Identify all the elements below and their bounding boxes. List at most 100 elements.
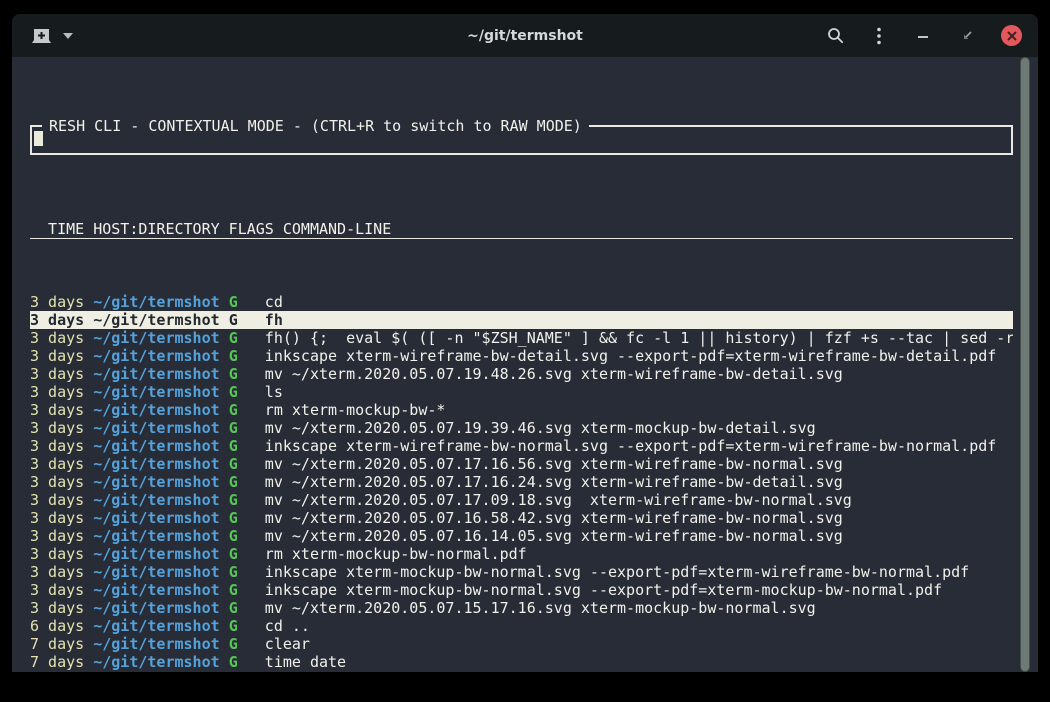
- close-button[interactable]: [1001, 25, 1022, 46]
- row-flags: G: [229, 455, 238, 473]
- row-time: 3 days: [30, 563, 93, 581]
- history-row[interactable]: 3 days ~/git/termshot G mv ~/xterm.2020.…: [30, 527, 1013, 545]
- row-gap: [220, 383, 229, 401]
- row-flags: G: [229, 329, 238, 347]
- history-row[interactable]: 3 days ~/git/termshot G mv ~/xterm.2020.…: [30, 491, 1013, 509]
- row-command: mv ~/xterm.2020.05.07.16.58.42.svg xterm…: [238, 509, 843, 527]
- row-flags: G: [229, 437, 238, 455]
- restore-button[interactable]: [957, 26, 977, 46]
- row-host-directory: ~/git/termshot: [93, 563, 219, 581]
- history-rows: 3 days ~/git/termshot G cd3 days ~/git/t…: [30, 293, 1013, 672]
- row-gap: [220, 473, 229, 491]
- row-gap: [220, 491, 229, 509]
- row-gap: [220, 581, 229, 599]
- row-command: mv ~/xterm.2020.05.07.17.16.24.svg xterm…: [238, 473, 843, 491]
- row-flags: G: [229, 311, 238, 329]
- menu-button[interactable]: [869, 26, 889, 46]
- row-command: cd ..: [238, 617, 310, 635]
- row-gap: [220, 671, 229, 672]
- tab-dropdown-chevron-icon[interactable]: [63, 33, 73, 39]
- row-command: cd: [238, 293, 283, 311]
- scrollbar[interactable]: [1020, 57, 1030, 672]
- row-command: time date: [238, 653, 346, 671]
- new-tab-button[interactable]: [32, 28, 51, 44]
- history-row[interactable]: 7 days ~/git/termshot G clear: [30, 635, 1013, 653]
- row-time: 3 days: [30, 599, 93, 617]
- row-gap: [220, 329, 229, 347]
- row-command: ls: [238, 383, 283, 401]
- history-row[interactable]: 3 days ~/git/termshot G rm xterm-mockup-…: [30, 401, 1013, 419]
- row-host-directory: ~/git/termshot: [93, 437, 219, 455]
- row-time: 6 days: [30, 617, 93, 635]
- history-row-selected[interactable]: 3 days ~/git/termshot G fh: [30, 311, 1013, 329]
- resh-search-box[interactable]: RESH CLI - CONTEXTUAL MODE - (CTRL+R to …: [30, 125, 1013, 155]
- history-row[interactable]: 3 days ~/git/termshot G inkscape xterm-m…: [30, 563, 1013, 581]
- row-gap: [220, 293, 229, 311]
- row-command: inkscape xterm-wireframe-bw-detail.svg -…: [238, 347, 997, 365]
- minimize-icon: [917, 30, 929, 42]
- history-row[interactable]: 3 days ~/git/termshot G inkscape xterm-w…: [30, 347, 1013, 365]
- row-time: 3 days: [30, 401, 93, 419]
- row-host-directory: ~/git/termshot: [93, 599, 219, 617]
- history-row[interactable]: 3 days ~/git/termshot G inkscape xterm-w…: [30, 437, 1013, 455]
- row-flags: G: [229, 473, 238, 491]
- row-flags: G: [229, 671, 238, 672]
- history-row[interactable]: 7 days ~/git/termshot G time date: [30, 653, 1013, 671]
- row-gap: [220, 401, 229, 419]
- row-time: 3 days: [30, 293, 93, 311]
- row-host-directory: ~/git/termshot: [93, 401, 219, 419]
- row-host-directory: ~/git/termshot: [93, 383, 219, 401]
- terminal-content: RESH CLI - CONTEXTUAL MODE - (CTRL+R to …: [12, 57, 1038, 672]
- row-gap: [220, 527, 229, 545]
- window-restore-icon: [961, 29, 974, 42]
- row-gap: [220, 545, 229, 563]
- titlebar: ~/git/termshot: [12, 14, 1038, 57]
- row-flags: G: [229, 383, 238, 401]
- history-row[interactable]: 3 days ~/git/termshot G mv ~/xterm.2020.…: [30, 365, 1013, 383]
- history-row[interactable]: 3 days ~/git/termshot G mv ~/xterm.2020.…: [30, 455, 1013, 473]
- history-row[interactable]: 3 days ~/git/termshot G ls: [30, 383, 1013, 401]
- history-row[interactable]: 7 days ~/git/termshot G time x=1: [30, 671, 1013, 672]
- row-command: mv ~/xterm.2020.05.07.19.39.46.svg xterm…: [238, 419, 816, 437]
- row-gap: [220, 635, 229, 653]
- minimize-button[interactable]: [913, 26, 933, 46]
- row-flags: G: [229, 581, 238, 599]
- row-time: 3 days: [30, 437, 93, 455]
- row-flags: G: [229, 617, 238, 635]
- row-gap: [220, 437, 229, 455]
- row-host-directory: ~/git/termshot: [93, 581, 219, 599]
- row-time: 3 days: [30, 365, 93, 383]
- row-time: 3 days: [30, 329, 93, 347]
- history-row[interactable]: 3 days ~/git/termshot G mv ~/xterm.2020.…: [30, 509, 1013, 527]
- row-host-directory: ~/git/termshot: [93, 347, 219, 365]
- history-row[interactable]: 3 days ~/git/termshot G mv ~/xterm.2020.…: [30, 419, 1013, 437]
- row-host-directory: ~/git/termshot: [93, 635, 219, 653]
- row-gap: [220, 653, 229, 671]
- history-row[interactable]: 3 days ~/git/termshot G inkscape xterm-m…: [30, 581, 1013, 599]
- row-flags: G: [229, 401, 238, 419]
- row-time: 3 days: [30, 455, 93, 473]
- row-flags: G: [229, 599, 238, 617]
- row-time: 3 days: [30, 473, 93, 491]
- history-row[interactable]: 3 days ~/git/termshot G cd: [30, 293, 1013, 311]
- search-button[interactable]: [825, 26, 845, 46]
- row-command: mv ~/xterm.2020.05.07.19.48.26.svg xterm…: [238, 365, 843, 383]
- row-host-directory: ~/git/termshot: [93, 365, 219, 383]
- row-time: 3 days: [30, 419, 93, 437]
- row-gap: [220, 365, 229, 383]
- row-host-directory: ~/git/termshot: [93, 293, 219, 311]
- history-row[interactable]: 3 days ~/git/termshot G mv ~/xterm.2020.…: [30, 473, 1013, 491]
- row-gap: [220, 311, 229, 329]
- kebab-menu-icon: [876, 27, 882, 45]
- history-row[interactable]: 3 days ~/git/termshot G fh() {; eval $( …: [30, 329, 1013, 347]
- history-row[interactable]: 3 days ~/git/termshot G rm xterm-mockup-…: [30, 545, 1013, 563]
- row-host-directory: ~/git/termshot: [93, 311, 219, 329]
- row-command: mv ~/xterm.2020.05.07.16.14.05.svg xterm…: [238, 527, 843, 545]
- row-host-directory: ~/git/termshot: [93, 473, 219, 491]
- history-row[interactable]: 3 days ~/git/termshot G mv ~/xterm.2020.…: [30, 599, 1013, 617]
- row-gap: [220, 563, 229, 581]
- row-host-directory: ~/git/termshot: [93, 419, 219, 437]
- row-flags: G: [229, 563, 238, 581]
- row-time: 7 days: [30, 653, 93, 671]
- history-row[interactable]: 6 days ~/git/termshot G cd ..: [30, 617, 1013, 635]
